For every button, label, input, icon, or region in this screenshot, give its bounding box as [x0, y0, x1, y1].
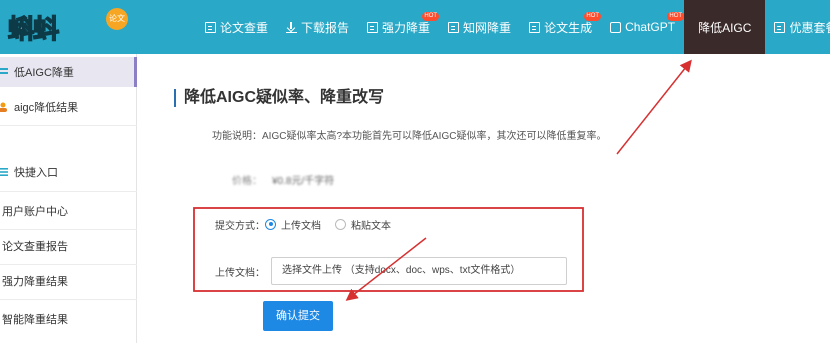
download-icon — [286, 21, 298, 33]
nav-label: 论文生成 — [544, 20, 593, 35]
nav-label: 知网降重 — [463, 20, 512, 35]
radio-upload-document[interactable]: 上传文档 — [265, 217, 321, 232]
sidebar-divider — [0, 229, 137, 230]
sidebar-item-label: 快捷入口 — [14, 167, 58, 179]
radio-label: 粘贴文本 — [351, 220, 391, 232]
sidebar-item-label: 低AIGC降重 — [14, 67, 74, 79]
submit-method-label: 提交方式： — [215, 220, 265, 232]
nav-label: 下载报告 — [301, 20, 350, 35]
sidebar: 低AIGC降重 aigc降低结果 快捷入口 用户账户中心 论文查重报告 强力降重… — [0, 54, 137, 343]
nav-label: 强力降重 — [382, 20, 431, 35]
nav-item-cnki-rewrite[interactable]: 知网降重 — [439, 0, 520, 54]
nav-label: 优惠套餐 — [789, 20, 830, 35]
sidebar-item-quick-entry[interactable]: 快捷入口 — [0, 159, 137, 185]
chat-icon — [610, 21, 622, 33]
nav-item-paper-generate[interactable]: 论文生成 HOT — [520, 0, 602, 54]
hot-badge: HOT — [667, 12, 685, 21]
site-logo[interactable]: 蝌蚪 论文 — [7, 6, 128, 48]
sidebar-item-label: aigc降低结果 — [14, 102, 79, 114]
logo-badge: 论文 — [106, 8, 128, 30]
nav-label: 论文查重 — [220, 20, 269, 35]
main-nav: 论文查重 下载报告 强力降重 HOT 知网降重 论文生成 HOT ChatGPT… — [196, 0, 830, 54]
radio-label: 上传文档 — [281, 220, 321, 232]
sidebar-item-label: 论文查重报告 — [2, 241, 68, 253]
radio-unchecked-icon — [335, 218, 346, 230]
sidebar-item-check-report[interactable]: 论文查重报告 — [0, 233, 137, 259]
sidebar-divider — [0, 299, 137, 300]
document-icon — [529, 21, 541, 33]
nav-label: ChatGPT — [625, 20, 676, 34]
submit-method-row: 提交方式： 上传文档 粘贴文本 — [215, 216, 405, 232]
document-icon — [448, 21, 460, 33]
nav-item-discount-package[interactable]: 优惠套餐 — [765, 0, 830, 54]
hot-badge: HOT — [422, 12, 440, 21]
nav-item-download-report[interactable]: 下载报告 — [277, 0, 358, 54]
price-value: ¥0.8元/千字符 — [272, 176, 335, 187]
sidebar-item-label: 用户账户中心 — [2, 206, 68, 218]
document-icon — [367, 21, 379, 33]
sidebar-item-aigc-result[interactable]: aigc降低结果 — [0, 94, 137, 120]
description-label: 功能说明： — [212, 131, 262, 142]
sidebar-item-user-account[interactable]: 用户账户中心 — [0, 198, 137, 224]
sidebar-item-label: 智能降重结果 — [2, 314, 68, 326]
sidebar-item-strong-result[interactable]: 强力降重结果 — [0, 268, 137, 294]
nav-item-chatgpt[interactable]: ChatGPT HOT — [601, 0, 685, 54]
hot-badge: HOT — [584, 12, 602, 21]
user-icon — [0, 102, 7, 112]
list-icon — [0, 68, 8, 74]
page-title: 降低AIGC疑似率、降重改写 — [174, 89, 384, 107]
description-text: AIGC疑似率太高?本功能首先可以降低AIGC疑似率，其次还可以降低重复率。 — [262, 131, 607, 142]
sidebar-divider — [0, 264, 137, 265]
sidebar-item-smart-result[interactable]: 智能降重结果 — [0, 306, 137, 332]
sidebar-item-reduce-aigc[interactable]: 低AIGC降重 — [0, 57, 137, 87]
main-content: 降低AIGC疑似率、降重改写 功能说明：AIGC疑似率太高?本功能首先可以降低A… — [150, 54, 830, 343]
confirm-submit-button[interactable]: 确认提交 — [263, 301, 333, 331]
sidebar-item-label: 强力降重结果 — [2, 276, 68, 288]
logo-text: 蝌蚪 — [7, 14, 59, 45]
top-navigation-bar: 蝌蚪 论文 论文查重 下载报告 强力降重 HOT 知网降重 论文生成 HOT C… — [0, 0, 830, 54]
nav-label: 降低AIGC — [698, 20, 752, 35]
nav-item-paper-check[interactable]: 论文查重 — [196, 0, 277, 54]
nav-item-reduce-aigc[interactable]: 降低AIGC — [684, 0, 766, 54]
radio-paste-text[interactable]: 粘贴文本 — [335, 217, 391, 232]
sidebar-divider — [0, 191, 137, 192]
radio-checked-icon — [265, 218, 276, 230]
price-row: 价格： ¥0.8元/千字符 — [232, 172, 334, 187]
file-upload-input[interactable]: 选择文件上传 （支持docx、doc、wps、txt文件格式） — [271, 257, 567, 285]
price-label: 价格： — [232, 176, 262, 187]
feature-description: 功能说明：AIGC疑似率太高?本功能首先可以降低AIGC疑似率，其次还可以降低重… — [212, 127, 606, 142]
upload-label: 上传文档： — [215, 267, 265, 279]
document-icon — [774, 21, 786, 33]
nav-item-strong-rewrite[interactable]: 强力降重 HOT — [358, 0, 440, 54]
sidebar-divider — [0, 125, 137, 126]
document-icon — [205, 21, 216, 33]
menu-icon — [0, 168, 8, 176]
upload-row: 上传文档： 选择文件上传 （支持docx、doc、wps、txt文件格式） — [215, 256, 567, 286]
